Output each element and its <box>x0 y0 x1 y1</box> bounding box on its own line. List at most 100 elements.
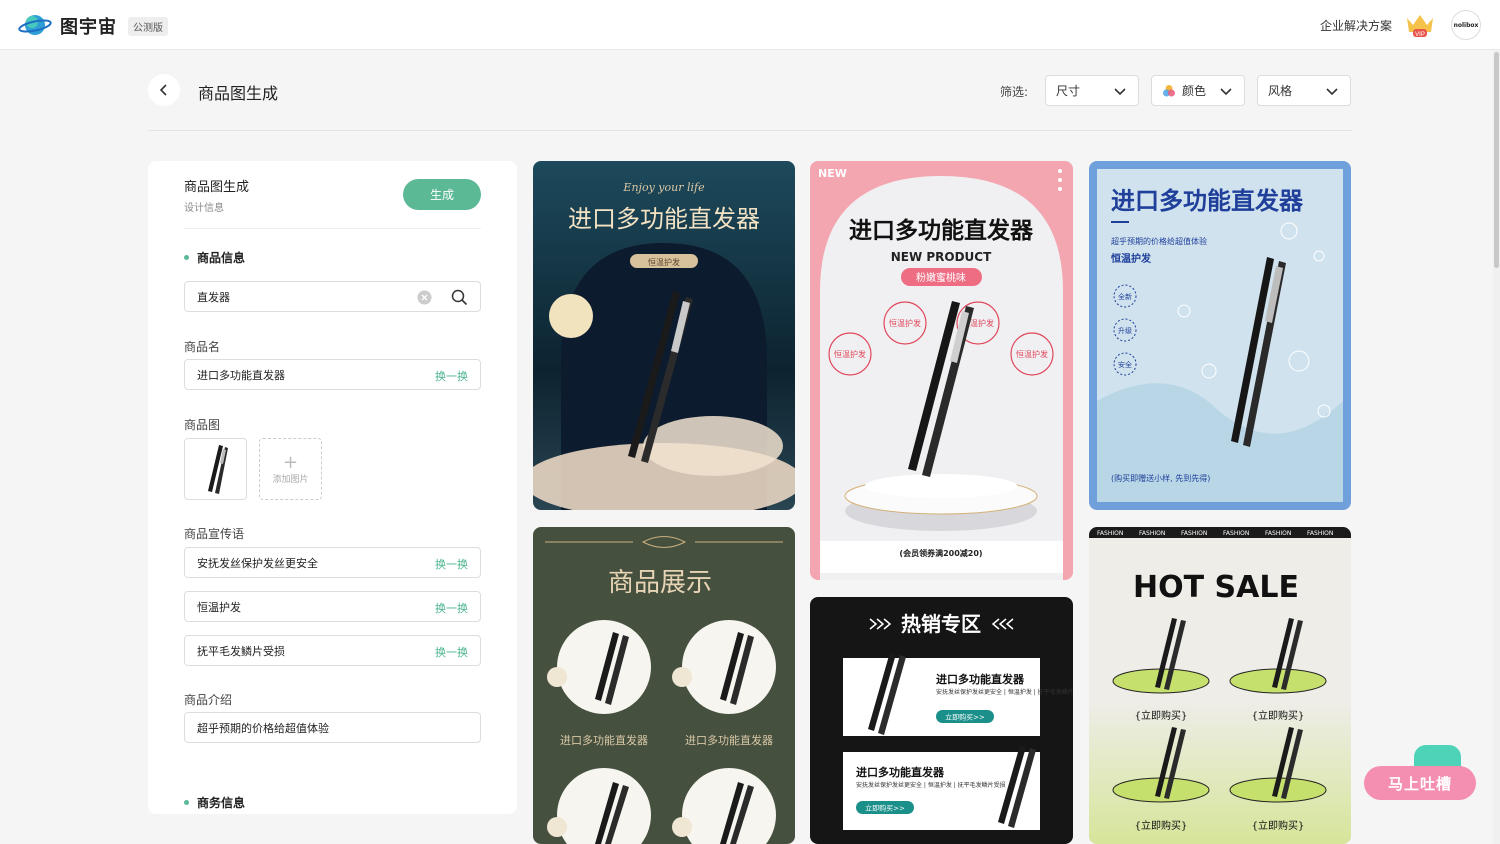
card2-footer: (会员领券满200减20) <box>899 548 982 558</box>
plus-icon: + <box>282 451 299 473</box>
card5-buy-button: 立即购买>> <box>945 713 985 722</box>
chevron-left-icon <box>159 84 167 96</box>
chevron-down-icon <box>1114 88 1126 96</box>
search-icon[interactable] <box>451 289 468 306</box>
size-filter-dropdown[interactable]: 尺寸 <box>1045 75 1139 106</box>
card6-strip: FASHION <box>1097 530 1123 537</box>
template-card-6[interactable]: FASHION FASHION FASHION FASHION FASHION … <box>1089 527 1351 844</box>
page-title: 商品图生成 <box>198 84 279 103</box>
intro-field[interactable]: 超乎预期的价格给超值体验 <box>184 712 481 743</box>
planet-logo-icon[interactable] <box>18 12 52 38</box>
product-name-value: 进口多功能直发器 <box>197 368 285 382</box>
template-card-4[interactable]: 商品展示 进口多功能直发器 进口多功能直发器 <box>533 527 795 844</box>
template-card-1-art: Enjoy your life 进口多功能直发器 恒温护发 <box>533 181 795 510</box>
template-card-6-art: FASHION FASHION FASHION FASHION FASHION … <box>1089 527 1351 844</box>
card3-badge: 安全 <box>1118 360 1132 369</box>
card2-pill: 粉嫩蜜桃味 <box>916 271 966 284</box>
card2-ring-label: 恒温护发 <box>834 349 866 359</box>
add-image-label: 添加图片 <box>272 474 309 485</box>
card3-badge: 全新 <box>1118 292 1132 301</box>
vip-badge-text: VIP <box>1415 32 1425 38</box>
color-filter-dropdown[interactable]: 颜色 <box>1151 75 1245 106</box>
slogan-label: 商品宣传语 <box>184 527 245 541</box>
size-filter-label: 尺寸 <box>1056 84 1081 98</box>
slogan-field-2[interactable]: 恒温护发 换一换 <box>184 591 481 622</box>
product-search-value: 直发器 <box>197 290 230 304</box>
template-card-1[interactable]: Enjoy your life 进口多功能直发器 恒温护发 <box>533 161 795 510</box>
style-filter-label: 风格 <box>1268 84 1293 98</box>
product-name-label: 商品名 <box>184 340 221 354</box>
scrollbar-thumb[interactable] <box>1494 52 1499 268</box>
swap-name-button[interactable]: 换一换 <box>435 368 468 384</box>
swap-slogan-button[interactable]: 换一换 <box>435 644 468 660</box>
card3-badge: 升级 <box>1118 326 1132 335</box>
template-card-2-art: 恒温护发 恒温护发 恒温护发 恒温护发 NEW 进口多功能直发器 NEW PRO… <box>818 167 1063 580</box>
slogan-value: 恒温护发 <box>197 600 241 614</box>
vip-crown-icon[interactable]: VIP <box>1405 12 1435 38</box>
card4-item-label: 进口多功能直发器 <box>560 733 648 747</box>
filter-label: 筛选: <box>1000 85 1029 99</box>
slogan-field-1[interactable]: 安抚发丝保护发丝更安全 换一换 <box>184 547 481 578</box>
business-info-section: 商务信息 <box>184 794 245 811</box>
template-card-4-art: 商品展示 进口多功能直发器 进口多功能直发器 <box>545 536 783 844</box>
clear-icon[interactable] <box>417 290 432 305</box>
slogan-field-3[interactable]: 抚平毛发鳞片受损 换一换 <box>184 635 481 666</box>
enterprise-solutions-link[interactable]: 企业解决方案 <box>1320 17 1392 34</box>
card2-subtitle: NEW PRODUCT <box>891 250 992 264</box>
card5-product: 进口多功能直发器 <box>856 765 945 779</box>
design-info-panel: 商品图生成 设计信息 生成 商品信息 直发器 商品名 进口多功能直发器 换一换 … <box>148 161 517 814</box>
panel-divider <box>184 228 481 229</box>
card6-buy-label: {立即购买} <box>1252 819 1305 832</box>
template-card-2[interactable]: 恒温护发 恒温护发 恒温护发 恒温护发 NEW 进口多功能直发器 NEW PRO… <box>810 161 1073 580</box>
header-divider <box>148 130 1352 131</box>
card4-title: 商品展示 <box>608 568 712 598</box>
panel-subtitle: 设计信息 <box>184 203 224 214</box>
product-info-section: 商品信息 <box>184 249 245 266</box>
card5-title: 热销专区 <box>901 612 981 636</box>
card2-new-badge: NEW <box>818 167 847 180</box>
product-image-thumbnail[interactable] <box>184 438 247 500</box>
card3-desc: 超乎预期的价格给超值体验 <box>1111 236 1207 246</box>
card6-buy-label: {立即购买} <box>1135 709 1188 722</box>
card1-script: Enjoy your life <box>622 181 705 194</box>
card6-strip: FASHION <box>1265 530 1291 537</box>
product-image-label: 商品图 <box>184 418 221 432</box>
card6-buy-label: {立即购买} <box>1252 709 1305 722</box>
card2-ring-label: 恒温护发 <box>889 318 921 328</box>
card5-desc: 安抚发丝保护发丝更安全 | 恒温护发 | 抚平毛发鳞片受损 <box>856 781 1006 789</box>
back-button[interactable] <box>148 74 180 106</box>
swap-slogan-button[interactable]: 换一换 <box>435 556 468 572</box>
card6-strip: FASHION <box>1223 530 1249 537</box>
template-card-3-art: 进口多功能直发器 超乎预期的价格给超值体验 恒温护发 全新 升级 安全 (购买即… <box>1097 169 1343 502</box>
slogan-value: 抚平毛发鳞片受损 <box>197 644 285 658</box>
hair-straightener-image <box>208 445 228 494</box>
chevron-down-icon <box>1220 88 1232 96</box>
add-image-button[interactable]: + 添加图片 <box>259 438 322 500</box>
feedback-button[interactable]: 马上吐槽 <box>1364 766 1476 800</box>
card4-item-label: 进口多功能直发器 <box>685 733 773 747</box>
intro-label: 商品介绍 <box>184 693 233 707</box>
intro-value: 超乎预期的价格给超值体验 <box>197 721 329 735</box>
card6-strip: FASHION <box>1181 530 1207 537</box>
generate-button[interactable]: 生成 <box>403 179 481 210</box>
slogan-value: 安抚发丝保护发丝更安全 <box>197 556 318 570</box>
card6-buy-label: {立即购买} <box>1135 819 1188 832</box>
color-filter-label: 颜色 <box>1182 84 1207 98</box>
swap-slogan-button[interactable]: 换一换 <box>435 600 468 616</box>
card6-strip: FASHION <box>1307 530 1333 537</box>
card3-title: 进口多功能直发器 <box>1111 187 1304 215</box>
chevron-down-icon <box>1326 88 1338 96</box>
card5-product: 进口多功能直发器 <box>936 672 1025 686</box>
card5-buy-button: 立即购买>> <box>865 804 905 813</box>
template-card-3[interactable]: 进口多功能直发器 超乎预期的价格给超值体验 恒温护发 全新 升级 安全 (购买即… <box>1089 161 1351 510</box>
beta-badge: 公测版 <box>128 17 168 36</box>
top-bar: 图宇宙 公测版 企业解决方案 VIP nolibox <box>0 0 1500 50</box>
avatar[interactable]: nolibox <box>1451 10 1481 40</box>
product-name-field[interactable]: 进口多功能直发器 换一换 <box>184 359 481 390</box>
style-filter-dropdown[interactable]: 风格 <box>1257 75 1351 106</box>
card6-title: HOT SALE <box>1133 570 1299 605</box>
template-card-5[interactable]: 热销专区 进口多功能直发器 安抚发丝保护发丝更安全 | 恒温护发 | 抚平毛发鳞… <box>810 597 1073 844</box>
card6-strip: FASHION <box>1139 530 1165 537</box>
brand-name[interactable]: 图宇宙 <box>60 13 117 39</box>
product-search-input[interactable]: 直发器 <box>184 281 481 312</box>
